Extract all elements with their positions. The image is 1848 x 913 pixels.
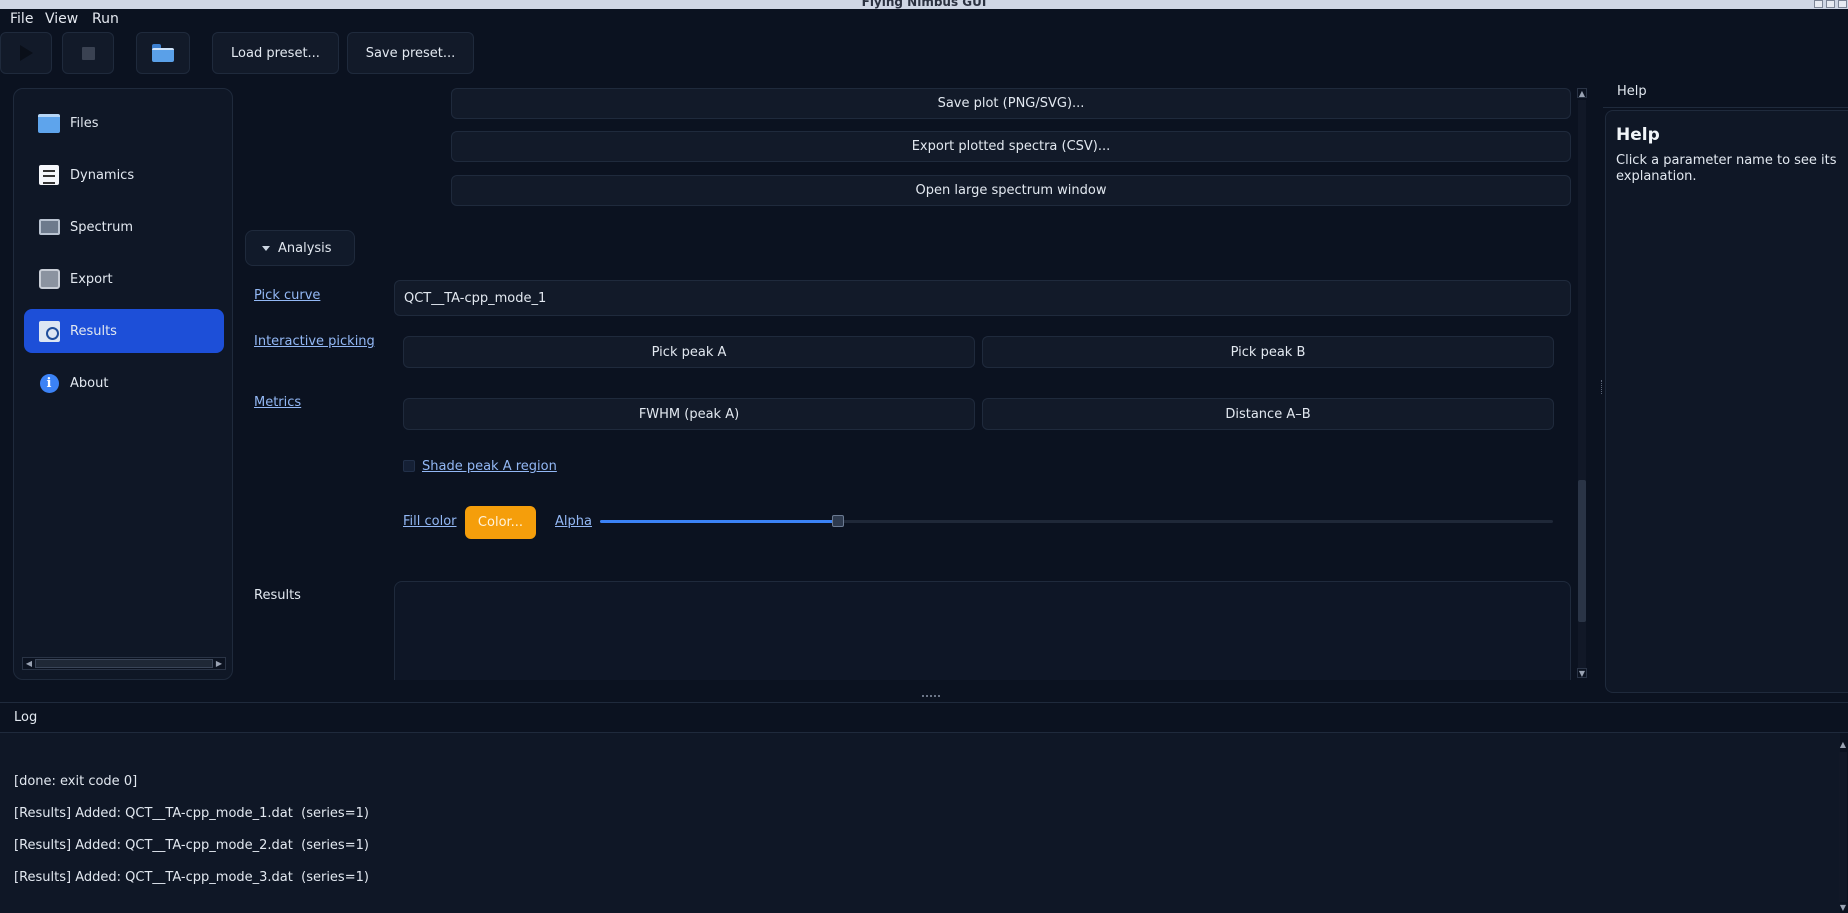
content-vertical-scrollbar[interactable]: ▲ ▼ bbox=[1574, 88, 1588, 680]
folder-icon bbox=[38, 112, 60, 134]
save-preset-button[interactable]: Save preset... bbox=[347, 32, 474, 74]
results-label: Results bbox=[254, 588, 301, 603]
alpha-slider-fill bbox=[600, 520, 838, 523]
sidebar-item-files[interactable]: Files bbox=[24, 101, 224, 145]
shade-peak-label[interactable]: Shade peak A region bbox=[422, 459, 557, 474]
alpha-label[interactable]: Alpha bbox=[555, 514, 592, 529]
chevron-down-icon bbox=[262, 245, 270, 251]
log-header: Log bbox=[0, 702, 1848, 733]
pick-peak-a-button[interactable]: Pick peak A bbox=[403, 336, 975, 368]
window-title: Flying Nimbus GUI bbox=[861, 0, 987, 9]
maximize-icon[interactable] bbox=[1826, 0, 1835, 8]
sidebar-item-spectrum[interactable]: Spectrum bbox=[24, 205, 224, 249]
close-icon[interactable] bbox=[1838, 0, 1847, 8]
play-icon bbox=[19, 45, 33, 61]
save-plot-button[interactable]: Save plot (PNG/SVG)... bbox=[451, 88, 1571, 119]
sidebar-item-label: Export bbox=[70, 271, 113, 287]
menu-run[interactable]: Run bbox=[92, 11, 119, 27]
menu-view[interactable]: View bbox=[45, 11, 78, 27]
window-title-bar: Flying Nimbus GUI bbox=[0, 0, 1848, 9]
sidebar-item-results[interactable]: Results bbox=[24, 309, 224, 353]
stop-icon bbox=[81, 46, 95, 60]
help-text: Click a parameter name to see its explan… bbox=[1616, 153, 1837, 184]
fill-color-label[interactable]: Fill color bbox=[403, 514, 457, 529]
scroll-down-icon[interactable]: ▼ bbox=[1577, 668, 1587, 678]
fwhm-button[interactable]: FWHM (peak A) bbox=[403, 398, 975, 430]
fill-color-button[interactable]: Color... bbox=[465, 506, 536, 539]
scroll-left-icon[interactable]: ◀ bbox=[24, 659, 34, 668]
metrics-label[interactable]: Metrics bbox=[254, 395, 301, 410]
info-icon: i bbox=[38, 372, 60, 394]
results-output-area[interactable] bbox=[394, 581, 1571, 680]
help-content: Help Click a parameter name to see its e… bbox=[1605, 110, 1848, 693]
pick-curve-select[interactable]: QCT__TA-cpp_mode_1 bbox=[394, 280, 1571, 316]
export-spectra-button[interactable]: Export plotted spectra (CSV)... bbox=[451, 131, 1571, 162]
sidebar-item-export[interactable]: Export bbox=[24, 257, 224, 301]
sidebar-item-label: Results bbox=[70, 323, 117, 339]
results-icon bbox=[38, 320, 60, 342]
scroll-up-icon[interactable]: ▲ bbox=[1838, 740, 1848, 750]
minimize-icon[interactable] bbox=[1814, 0, 1823, 8]
pick-curve-label[interactable]: Pick curve bbox=[254, 288, 320, 303]
run-button[interactable] bbox=[0, 32, 52, 74]
stop-button[interactable] bbox=[62, 32, 114, 74]
log-line: [Results] Added: QCT__TA-cpp_mode_3.dat … bbox=[14, 870, 369, 885]
sidebar-item-label: Files bbox=[70, 115, 99, 131]
folder-icon bbox=[152, 44, 174, 62]
help-panel: Help Help Click a parameter name to see … bbox=[1603, 76, 1848, 693]
scrollbar-thumb[interactable] bbox=[35, 659, 213, 668]
menu-bar: File View Run bbox=[0, 9, 1848, 31]
shade-peak-checkbox[interactable] bbox=[403, 460, 415, 472]
pick-curve-value: QCT__TA-cpp_mode_1 bbox=[404, 290, 547, 306]
alpha-slider-track[interactable] bbox=[600, 520, 1553, 523]
sidebar-item-about[interactable]: i About bbox=[24, 361, 224, 405]
toolbar: Load preset... Save preset... bbox=[0, 31, 1848, 75]
analysis-section-label: Analysis bbox=[278, 240, 332, 256]
pick-peak-b-button[interactable]: Pick peak B bbox=[982, 336, 1554, 368]
monitor-icon bbox=[38, 216, 60, 238]
document-icon bbox=[38, 164, 60, 186]
menu-file[interactable]: File bbox=[10, 11, 33, 27]
sidebar: Files Dynamics Spectrum Export Results i… bbox=[13, 88, 233, 680]
open-large-spectrum-button[interactable]: Open large spectrum window bbox=[451, 175, 1571, 206]
log-vertical-scrollbar[interactable]: ▲ ▼ bbox=[1838, 740, 1848, 913]
help-tab[interactable]: Help bbox=[1603, 76, 1848, 108]
sidebar-item-label: Spectrum bbox=[70, 219, 133, 235]
log-line: [Results] Added: QCT__TA-cpp_mode_1.dat … bbox=[14, 806, 369, 821]
log-output[interactable]: [done: exit code 0] [Results] Added: QCT… bbox=[0, 733, 1840, 913]
open-folder-button[interactable] bbox=[136, 32, 190, 74]
scroll-up-icon[interactable]: ▲ bbox=[1577, 88, 1587, 98]
alpha-slider-handle[interactable] bbox=[832, 515, 844, 527]
distance-button[interactable]: Distance A–B bbox=[982, 398, 1554, 430]
drive-icon bbox=[38, 268, 60, 290]
horizontal-splitter-handle[interactable] bbox=[922, 695, 940, 698]
scrollbar-track bbox=[1839, 752, 1847, 902]
interactive-picking-label[interactable]: Interactive picking bbox=[254, 334, 375, 349]
analysis-section-toggle[interactable]: Analysis bbox=[245, 230, 355, 266]
sidebar-item-label: About bbox=[70, 375, 109, 391]
help-title: Help bbox=[1616, 125, 1660, 145]
log-line: [done: exit code 0] bbox=[14, 774, 138, 789]
log-line: [Results] Added: QCT__TA-cpp_mode_2.dat … bbox=[14, 838, 369, 853]
results-panel: Save plot (PNG/SVG)... Export plotted sp… bbox=[243, 88, 1587, 680]
scroll-right-icon[interactable]: ▶ bbox=[214, 659, 224, 668]
sidebar-item-label: Dynamics bbox=[70, 167, 135, 183]
sidebar-horizontal-scrollbar[interactable]: ◀ ▶ bbox=[22, 657, 226, 670]
load-preset-button[interactable]: Load preset... bbox=[212, 32, 339, 74]
sidebar-item-dynamics[interactable]: Dynamics bbox=[24, 153, 224, 197]
scrollbar-thumb[interactable] bbox=[1578, 480, 1586, 622]
scroll-down-icon[interactable]: ▼ bbox=[1838, 903, 1848, 913]
